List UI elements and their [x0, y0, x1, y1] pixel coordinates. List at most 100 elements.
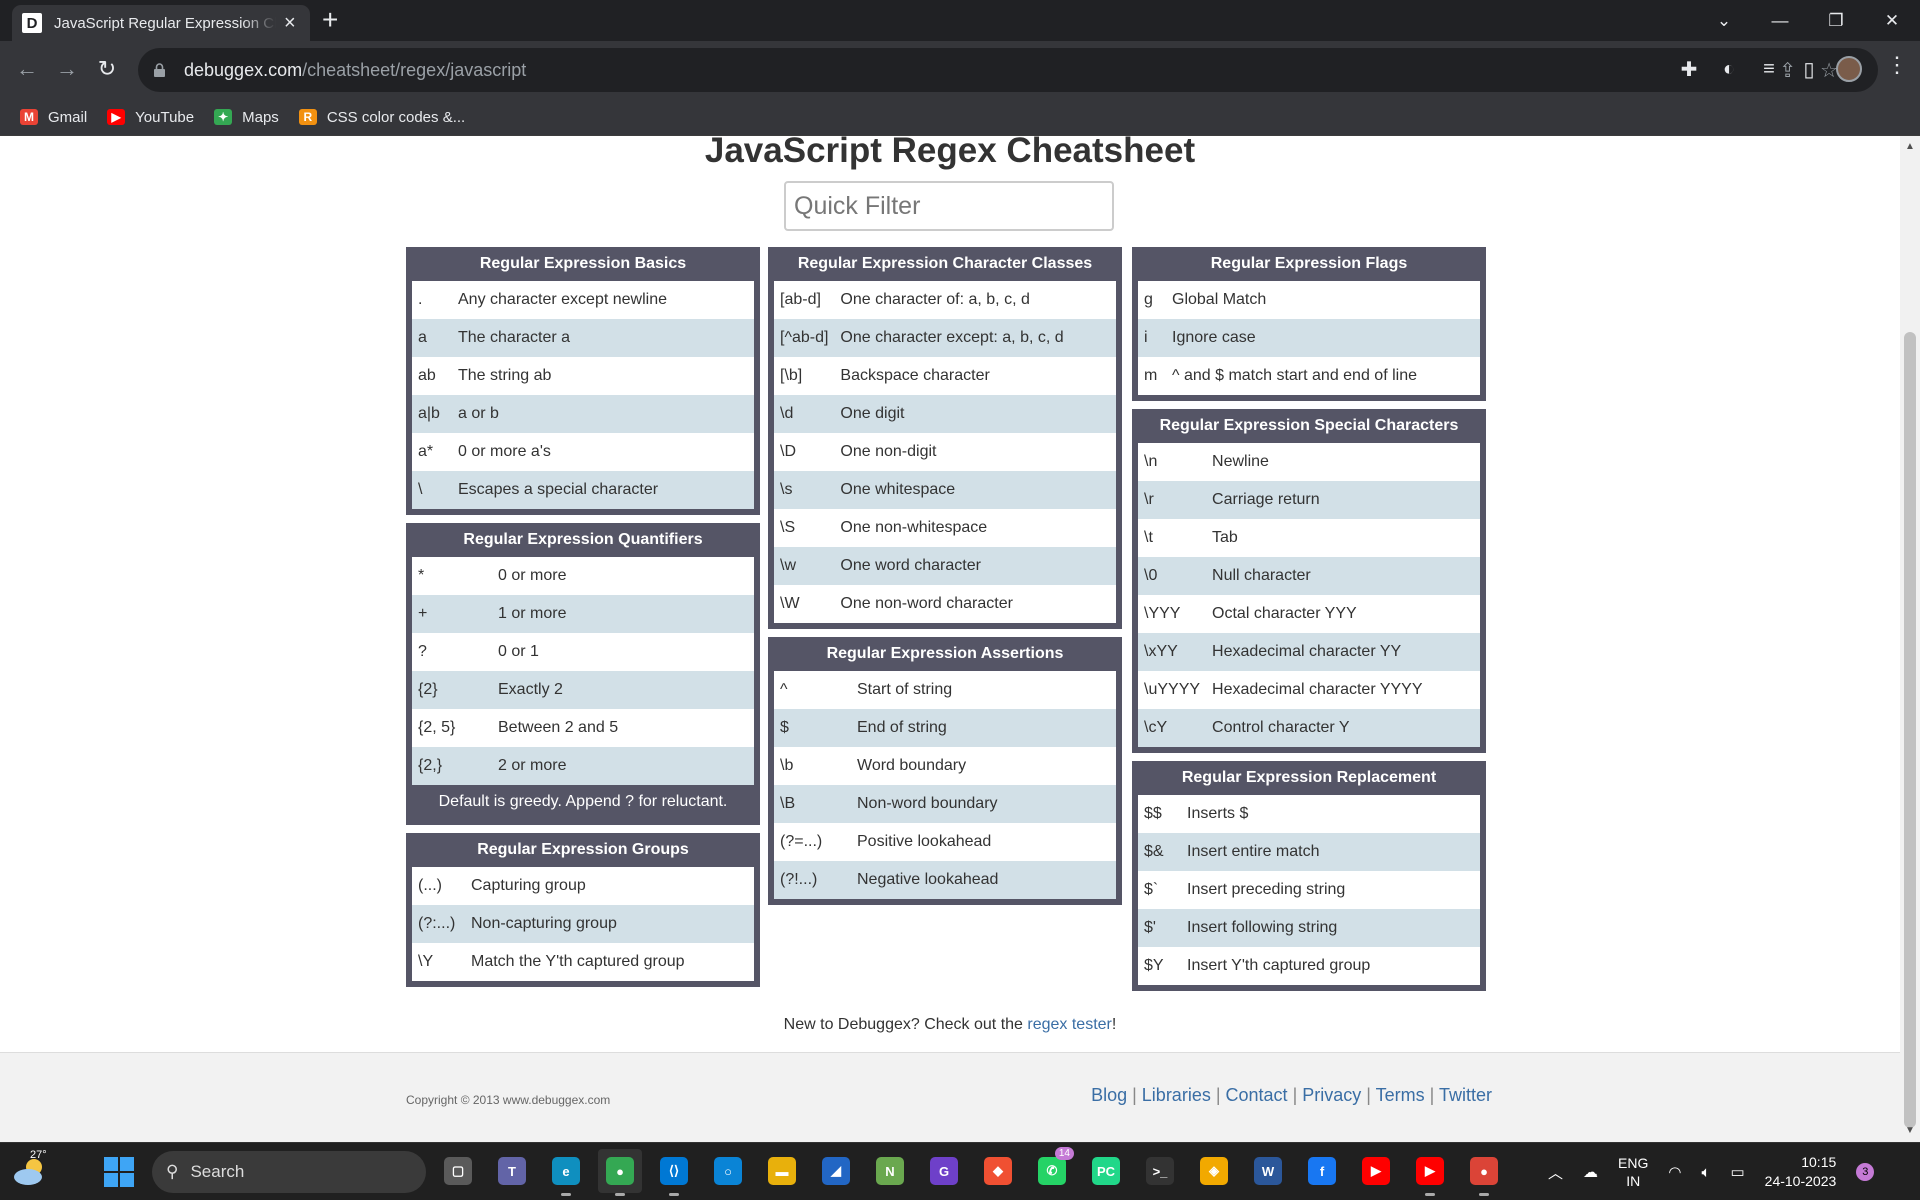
app-glyph: ●: [606, 1157, 634, 1185]
cheatsheet-table: [ab-d] One character of: a, b, c, d [^ab-d…: [774, 281, 1116, 623]
regex-description: Hexadecimal character YY: [1206, 633, 1480, 671]
tab-close-icon[interactable]: ×: [284, 13, 296, 33]
volume-icon[interactable]: 🔈︎: [1701, 1164, 1710, 1181]
table-row: \0 Null character: [1138, 557, 1480, 595]
cortana-icon[interactable]: ○: [706, 1149, 750, 1193]
regex-description: One word character: [834, 547, 1116, 585]
minimize-icon[interactable]: —: [1752, 0, 1808, 41]
youtube-profile-icon[interactable]: ▶: [1408, 1149, 1452, 1196]
scroll-down-arrow-icon[interactable]: ▼: [1900, 1120, 1920, 1142]
clock[interactable]: 10:15 24-10-2023: [1765, 1153, 1837, 1191]
regex-token: [ab-d]: [780, 291, 821, 308]
lock-icon[interactable]: [152, 62, 166, 78]
footer-link-privacy[interactable]: Privacy: [1302, 1085, 1361, 1105]
youtube-icon[interactable]: ▶: [1354, 1149, 1398, 1193]
back-arrow-icon[interactable]: ←: [10, 52, 44, 86]
footer-link-libraries[interactable]: Libraries: [1142, 1085, 1211, 1105]
side-panel-icon[interactable]: ▯: [1796, 52, 1822, 86]
tab-active[interactable]: D JavaScript Regular Expression Cheatshe…: [12, 5, 310, 41]
teams-icon[interactable]: T: [490, 1149, 534, 1193]
vscode-icon[interactable]: ⟨⟩: [652, 1149, 696, 1196]
whatsapp-icon[interactable]: ✆ 14: [1030, 1147, 1074, 1193]
section-note: Default is greedy. Append ? for reluctan…: [438, 793, 728, 810]
footer-link-blog[interactable]: Blog: [1091, 1085, 1127, 1105]
wifi-icon[interactable]: ◠: [1668, 1163, 1681, 1181]
bookmark-item[interactable]: R CSS color codes &...: [298, 109, 465, 126]
forward-arrow-icon[interactable]: →: [50, 52, 84, 86]
reload-icon[interactable]: ↻: [90, 52, 124, 86]
weather-widget[interactable]: 27°: [10, 1149, 52, 1193]
facebook-icon[interactable]: f: [1300, 1149, 1344, 1193]
table-row: $$ Inserts $: [1138, 795, 1480, 833]
scroll-up-arrow-icon[interactable]: ▲: [1900, 136, 1920, 158]
edge-icon[interactable]: e: [544, 1149, 588, 1196]
azure-data-studio-icon[interactable]: ◢: [814, 1149, 858, 1193]
table-row: {2, 5} Between 2 and 5: [412, 709, 754, 747]
regex-token: i: [1138, 319, 1166, 357]
task-view-icon[interactable]: ▢: [436, 1149, 480, 1193]
notification-count-badge[interactable]: 3: [1856, 1163, 1875, 1181]
address-bar[interactable]: debuggex.com/cheatsheet/regex/javascript…: [138, 48, 1878, 92]
regex-token: (?!...): [774, 861, 851, 899]
show-hidden-icons-chevron-icon[interactable]: ︿: [1548, 1162, 1563, 1183]
terminal-icon[interactable]: >_: [1138, 1149, 1182, 1193]
section-title: Regular Expression Special Characters: [1159, 417, 1459, 434]
running-indicator: [615, 1193, 625, 1196]
regex-token: $&: [1138, 833, 1181, 871]
regex-token: \d: [774, 395, 835, 433]
section-title: Regular Expression Basics: [479, 255, 687, 272]
table-row: [ab-d] One character of: a, b, c, d: [774, 281, 1116, 319]
onedrive-icon[interactable]: ☁: [1583, 1163, 1598, 1181]
battery-icon[interactable]: ▭: [1730, 1163, 1744, 1181]
word-icon[interactable]: W: [1246, 1149, 1290, 1193]
close-window-icon[interactable]: ✕: [1864, 0, 1920, 41]
regex-token: \t: [1144, 529, 1153, 546]
footer-link-contact[interactable]: Contact: [1226, 1085, 1288, 1105]
regex-description: Hexadecimal character YYYY: [1212, 681, 1423, 698]
regex-token: ab: [418, 367, 436, 384]
bookmark-item[interactable]: M Gmail: [20, 109, 87, 126]
app-glyph: PC: [1092, 1157, 1120, 1185]
jetbrains-toolbox-icon[interactable]: ◈: [1192, 1149, 1236, 1193]
extensions-puzzle-icon[interactable]: ✚: [1676, 52, 1702, 86]
url-text: debuggex.com/cheatsheet/regex/javascript: [184, 59, 527, 80]
windows-taskbar: 27° ⚲ Search ▢ Te ● ⟨⟩ ○ ▬ ◢ N G ◆ ✆ 14 PC >_ ◈ Wf ▶ ▶ ● ︿…: [0, 1142, 1920, 1200]
chrome-profile-icon[interactable]: ●: [598, 1149, 642, 1196]
table-row: a The character a: [412, 319, 754, 357]
app-glyph: G: [930, 1157, 958, 1185]
language-indicator[interactable]: ENG IN: [1618, 1154, 1648, 1190]
footer-link-twitter[interactable]: Twitter: [1439, 1085, 1492, 1105]
table-row: m ^ and $ match start and end of line: [1138, 357, 1480, 395]
chrome-menu-icon[interactable]: ⋮: [1886, 52, 1908, 78]
extension-icon[interactable]: ◐: [1716, 52, 1742, 86]
notepad-plus-icon[interactable]: N: [868, 1149, 912, 1193]
table-row: {2,} 2 or more: [412, 747, 754, 785]
footer-link-terms[interactable]: Terms: [1376, 1085, 1425, 1105]
footer-separator: |: [1287, 1085, 1303, 1105]
reading-list-icon[interactable]: ≡: [1756, 52, 1782, 86]
profile-avatar[interactable]: [1836, 56, 1862, 82]
pycharm-icon[interactable]: PC: [1084, 1149, 1128, 1193]
git-icon[interactable]: ◆: [976, 1149, 1020, 1193]
table-row: ^ Start of string: [774, 671, 1116, 709]
github-desktop-icon[interactable]: G: [922, 1149, 966, 1193]
regex-tester-link[interactable]: regex tester: [1027, 1016, 1111, 1033]
regex-description: Insert following string: [1181, 909, 1480, 947]
regex-description: Escapes a special character: [452, 471, 754, 509]
file-explorer-icon[interactable]: ▬: [760, 1149, 804, 1193]
tab-search-chevron-icon[interactable]: ⌄: [1696, 0, 1752, 41]
taskbar-search[interactable]: ⚲ Search: [152, 1151, 426, 1193]
quick-filter-input[interactable]: [784, 181, 1114, 231]
page-title: JavaScript Regex Cheatsheet: [704, 136, 1196, 170]
restore-icon[interactable]: ❐: [1808, 0, 1864, 41]
table-row: . Any character except newline: [412, 281, 754, 319]
scrollbar-thumb[interactable]: [1904, 332, 1916, 1128]
chrome-icon[interactable]: ●: [1462, 1149, 1506, 1196]
regex-token: \n: [1144, 453, 1158, 470]
windows-start-icon[interactable]: [104, 1157, 134, 1187]
new-tab-icon[interactable]: +: [322, 6, 338, 34]
table-row: +1 or more: [412, 595, 754, 633]
bookmark-item[interactable]: ▶ YouTube: [107, 109, 194, 126]
column-middle: Regular Expression Character Classes [ab-…: [768, 247, 1122, 913]
bookmark-item[interactable]: ✦ Maps: [214, 109, 279, 126]
